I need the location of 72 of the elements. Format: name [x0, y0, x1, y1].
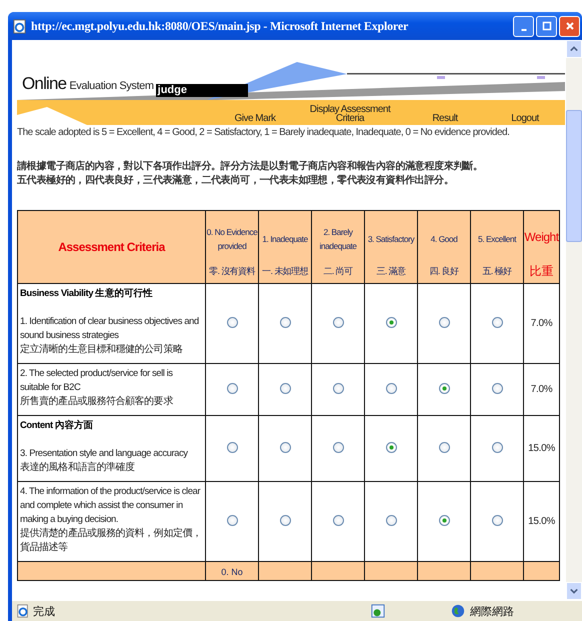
- radio-button[interactable]: [226, 382, 238, 394]
- page-icon: [12, 18, 27, 34]
- column-header: 2. Barely inadequate 二. 尚可: [312, 210, 364, 284]
- column-header: Weight 比重: [524, 210, 560, 284]
- table-cell: 7.0%: [524, 364, 560, 416]
- radio-button[interactable]: [280, 316, 290, 328]
- radio-button[interactable]: [386, 382, 396, 394]
- criterion-text: 4. The information of the product/service is clear and complete which assist the consumer in making a buying decision.: [20, 485, 202, 527]
- window-title: http://ec.mgt.polyu.edu.hk:8080/OES/main.jsp - Microsoft Internet Explorer: [31, 18, 410, 34]
- section-heading: Content 內容方面: [20, 419, 94, 433]
- section-heading: Business Viability 生意的可行性: [20, 287, 154, 301]
- minimize-button[interactable]: [513, 16, 534, 36]
- column-header: 3. Satisfactory 三. 滿意: [364, 210, 418, 284]
- criterion-text: 定立清晰的生意目標和穩健的公司策略: [20, 343, 184, 357]
- radio-button[interactable]: [280, 382, 290, 394]
- scale-note: The scale adopted is 5 = Excellent, 4 = Good, 2 = Satisfactory, 1 = Barely inadequate, Inadequate, 0 = No evidence provided.: [17, 127, 510, 138]
- radio-button[interactable]: [438, 442, 450, 452]
- table-cell: 15.0%: [524, 416, 560, 482]
- close-button[interactable]: [559, 16, 580, 36]
- criterion-text: 2. The selected product/service for sell is suitable for B2C: [20, 367, 174, 395]
- radio-button[interactable]: [438, 382, 450, 394]
- nav-link[interactable]: Logout: [485, 114, 565, 123]
- radio-button[interactable]: [492, 442, 502, 452]
- scroll-down-icon[interactable]: [566, 582, 582, 600]
- nav-link[interactable]: Display Assessment Criteria: [295, 105, 405, 123]
- brand-subtitle: Evaluation System: [69, 80, 154, 92]
- criterion-text: 3. Presentation style and language accuracy: [20, 447, 189, 461]
- column-header: 1. Inadequate 一. 未如理想: [258, 210, 312, 284]
- criterion-text: 表達的風格和語言的準確度: [20, 461, 136, 475]
- column-header: 0. No: [221, 568, 243, 577]
- radio-button[interactable]: [386, 442, 396, 452]
- column-header: 0. No Evidence provided 零. 沒有資料: [206, 210, 258, 284]
- radio-button[interactable]: [438, 514, 450, 526]
- radio-button[interactable]: [226, 514, 238, 526]
- page-icon: [16, 604, 30, 618]
- zone-text: 網際網路: [470, 604, 514, 618]
- radio-button[interactable]: [438, 316, 450, 328]
- radio-button[interactable]: [492, 382, 502, 394]
- maximize-button[interactable]: [536, 16, 557, 36]
- table-cell: 7.0%: [524, 284, 560, 364]
- scroll-bar[interactable]: [566, 40, 582, 600]
- maximize-icon: [542, 21, 552, 31]
- scroll-up-icon[interactable]: [566, 40, 582, 58]
- criterion-text: 提供清楚的產品或服務的資料，例如定價，貨品描述等: [20, 527, 202, 555]
- radio-button[interactable]: [332, 442, 344, 452]
- instruction-text: 五代表極好的，四代表良好，三代表滿意，二代表尚可，一代表未如理想，零代表沒有資料作出評分。: [17, 174, 455, 188]
- column-header: Assessment Criteria: [18, 210, 206, 284]
- radio-button[interactable]: [226, 316, 238, 328]
- scroll-thumb[interactable]: [566, 110, 582, 242]
- user-name: judge: [156, 84, 248, 97]
- column-header: 4. Good 四. 良好: [418, 210, 470, 284]
- globe-icon: [451, 604, 465, 618]
- status-text: 完成: [33, 604, 55, 618]
- radio-button[interactable]: [226, 442, 238, 452]
- nav-link[interactable]: Result: [405, 114, 485, 123]
- radio-button[interactable]: [280, 442, 290, 452]
- close-icon: [564, 21, 574, 31]
- radio-button[interactable]: [386, 316, 396, 328]
- radio-button[interactable]: [280, 514, 290, 526]
- column-header: 5. Excellent 五. 極好: [470, 210, 524, 284]
- criterion-text: 1. Identification of clear business objectives and sound business strategies: [20, 315, 200, 343]
- nav-link[interactable]: Give Mark: [215, 114, 295, 123]
- radio-button[interactable]: [332, 316, 344, 328]
- radio-button[interactable]: [386, 514, 396, 526]
- radio-button[interactable]: [492, 316, 502, 328]
- radio-button[interactable]: [332, 514, 344, 526]
- radio-button[interactable]: [332, 382, 344, 394]
- radio-button[interactable]: [492, 514, 502, 526]
- minimize-icon: [520, 29, 526, 31]
- instruction-text: 請根據電子商店的內容，對以下各項作出評分。評分方法是以對電子商店內容和報告內容的滿意程度來判斷。: [17, 160, 484, 174]
- brand-title: Online: [22, 74, 66, 94]
- criterion-text: 所售賣的產品或服務符合顧客的要求: [20, 395, 174, 409]
